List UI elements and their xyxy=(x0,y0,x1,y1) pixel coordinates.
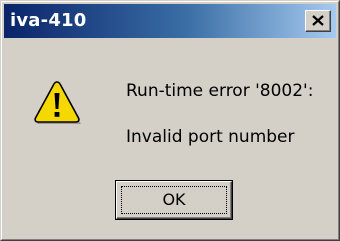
error-dialog: iva-410 Run-time error '8002': Invalid p… xyxy=(0,0,340,241)
dialog-frame: iva-410 Run-time error '8002': Invalid p… xyxy=(1,1,339,240)
title-bar[interactable]: iva-410 xyxy=(4,4,336,38)
error-message-detail: Invalid port number xyxy=(126,127,295,147)
close-icon xyxy=(312,15,324,26)
ok-button[interactable]: OK xyxy=(115,180,233,220)
warning-icon xyxy=(34,81,81,124)
error-message-title: Run-time error '8002': xyxy=(126,81,314,101)
window-title: iva-410 xyxy=(10,10,87,31)
ok-button-label: OK xyxy=(162,190,186,209)
close-button[interactable] xyxy=(305,10,331,32)
